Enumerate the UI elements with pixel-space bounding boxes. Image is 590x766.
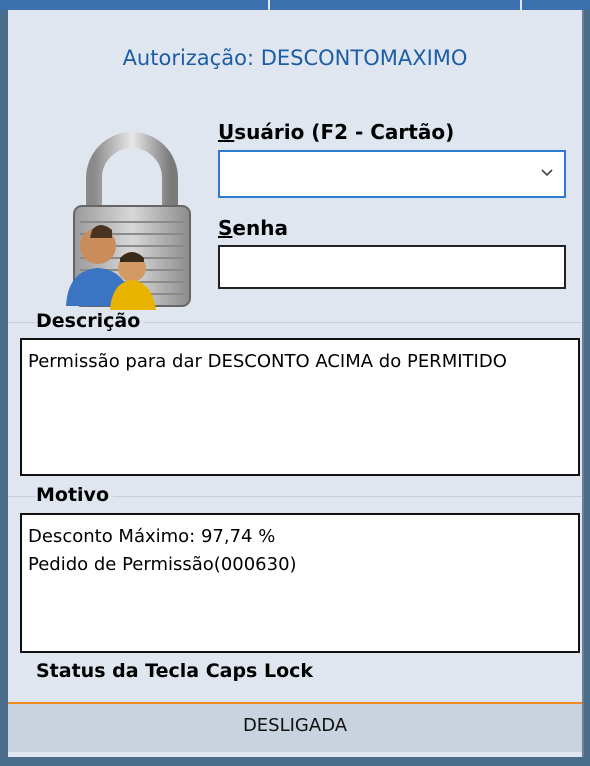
password-label: Senha — [218, 216, 288, 240]
caps-lock-status: DESLIGADA — [8, 702, 582, 752]
reason-line: Desconto Máximo: 97,74 % — [28, 526, 276, 547]
user-label: Usuário (F2 - Cartão) — [218, 120, 455, 144]
caps-lock-heading: Status da Tecla Caps Lock — [36, 660, 314, 682]
reason-section-header: Motivo — [8, 484, 582, 510]
top-strip-divider — [268, 0, 270, 10]
caps-lock-section-header: Status da Tecla Caps Lock — [8, 658, 582, 686]
description-textbox[interactable]: Permissão para dar DESCONTO ACIMA do PER… — [20, 338, 580, 476]
window-top-strip — [0, 0, 590, 10]
reason-textbox[interactable]: Desconto Máximo: 97,74 % Pedido de Permi… — [20, 513, 580, 653]
description-heading: Descrição — [36, 310, 145, 332]
password-input[interactable] — [218, 245, 566, 289]
description-section-header: Descrição — [8, 310, 582, 336]
dialog-title: Autorização: DESCONTOMAXIMO — [122, 46, 468, 70]
reason-heading: Motivo — [36, 484, 113, 506]
description-text: Permissão para dar DESCONTO ACIMA do PER… — [28, 351, 507, 372]
authorization-panel: Autorização: DESCONTOMAXIMO Usuário (F2 … — [8, 10, 584, 757]
lock-users-icon — [66, 132, 191, 310]
reason-line: Pedido de Permissão(000630) — [28, 554, 297, 575]
top-strip-divider — [520, 0, 522, 10]
chevron-down-icon[interactable] — [540, 166, 554, 180]
user-combobox[interactable] — [218, 150, 566, 198]
